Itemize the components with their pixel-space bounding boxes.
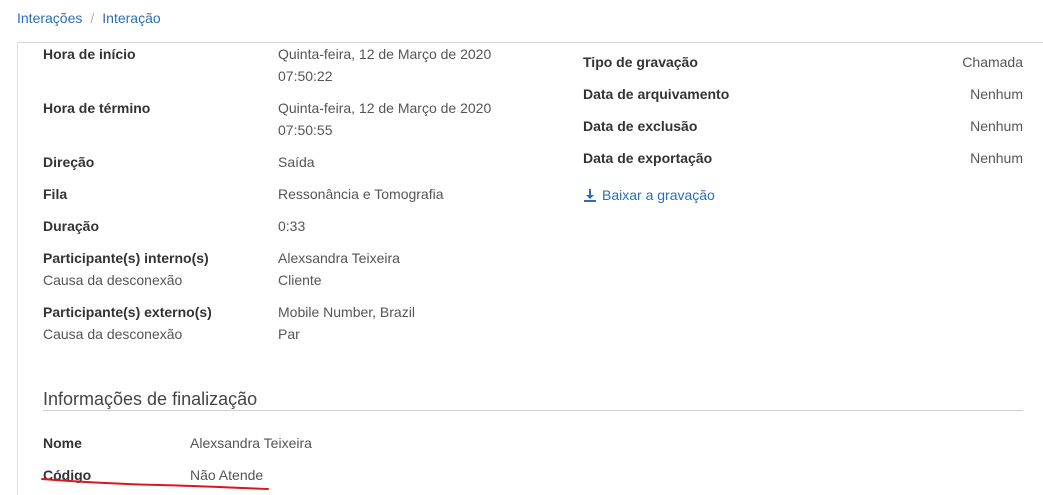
internal-participants-label: Participante(s) interno(s) <box>43 250 209 266</box>
direction-value: Saída <box>278 154 315 170</box>
end-time-label: Hora de término <box>43 100 151 116</box>
direction-label: Direção <box>43 154 95 170</box>
queue-label: Fila <box>43 186 68 202</box>
end-time-clock: 07:50:55 <box>278 122 333 138</box>
recording-type-label: Tipo de gravação <box>583 54 698 70</box>
breadcrumb-interacoes-link[interactable]: Interações <box>17 10 82 26</box>
wrapup-name-value: Alexsandra Teixeira <box>190 435 312 451</box>
export-date-value: Nenhum <box>970 150 1023 166</box>
end-time-date: Quinta-feira, 12 de Março de 2020 <box>278 100 492 116</box>
archive-date-value: Nenhum <box>970 86 1023 102</box>
download-recording-link[interactable]: Baixar a gravação <box>583 187 715 203</box>
panel-left-border <box>17 42 18 495</box>
breadcrumb-separator: / <box>90 10 95 26</box>
start-time-label: Hora de início <box>43 46 136 62</box>
start-time-clock: 07:50:22 <box>278 68 333 84</box>
breadcrumb-interacao-link[interactable]: Interação <box>102 10 160 26</box>
archive-date-label: Data de arquivamento <box>583 86 730 102</box>
red-underline-annotation <box>41 478 269 490</box>
wrapup-divider <box>43 410 1023 411</box>
deletion-date-value: Nenhum <box>970 118 1023 134</box>
header-divider <box>17 42 1043 43</box>
recording-type-value: Chamada <box>962 54 1023 70</box>
internal-disconnect-cause-label: Causa da desconexão <box>43 272 183 288</box>
deletion-date-label: Data de exclusão <box>583 118 698 134</box>
external-disconnect-cause-value: Par <box>278 326 300 342</box>
export-date-label: Data de exportação <box>583 150 713 166</box>
duration-value: 0:33 <box>278 218 306 234</box>
download-recording-label: Baixar a gravação <box>602 187 715 203</box>
external-participants-value: Mobile Number, Brazil <box>278 304 415 320</box>
external-disconnect-cause-label: Causa da desconexão <box>43 326 183 342</box>
external-participants-label: Participante(s) externo(s) <box>43 304 212 320</box>
queue-value: Ressonância e Tomografia <box>278 186 444 202</box>
internal-participants-value: Alexsandra Teixeira <box>278 250 400 266</box>
breadcrumb: Interações / Interação <box>17 9 161 27</box>
duration-label: Duração <box>43 218 100 234</box>
wrapup-name-label: Nome <box>43 435 82 451</box>
start-time-date: Quinta-feira, 12 de Março de 2020 <box>278 46 492 62</box>
internal-disconnect-cause-value: Cliente <box>278 272 322 288</box>
wrapup-title: Informações de finalização <box>43 389 258 409</box>
download-icon <box>584 188 596 202</box>
